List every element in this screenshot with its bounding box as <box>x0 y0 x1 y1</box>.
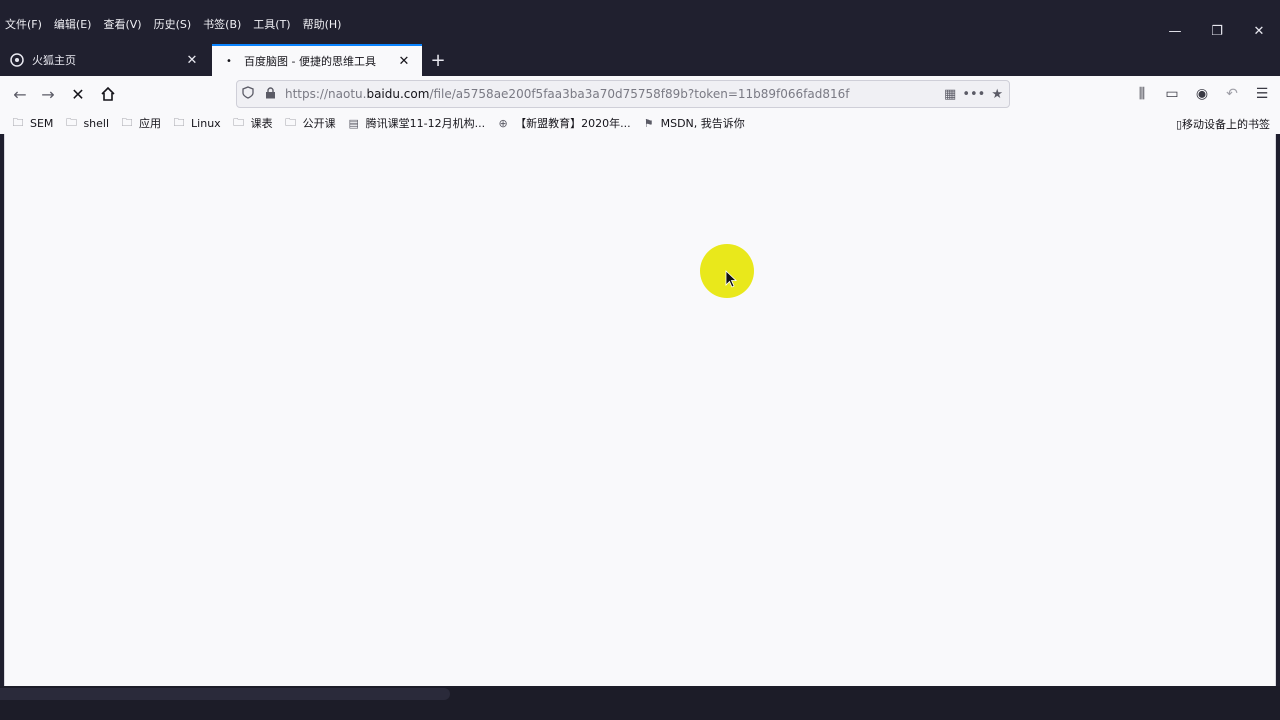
taskbar-strip <box>0 688 450 700</box>
title-bar: 文件(F) 编辑(E) 查看(V) 历史(S) 书签(B) 工具(T) 帮助(H… <box>0 0 1280 44</box>
folder-icon: 🗀 <box>65 115 77 129</box>
shield-icon[interactable] <box>237 86 259 102</box>
window-controls: — ❐ ✕ <box>1154 18 1280 44</box>
tab-strip: 火狐主页 ✕ • 百度脑图 - 便捷的思维工具 ✕ <box>0 44 1280 76</box>
url-text[interactable]: https://naotu.baidu.com/file/a5758ae200f… <box>281 87 944 101</box>
bookmark-schedule[interactable]: 🗀 课表 <box>231 115 273 131</box>
bookmark-label: SEM <box>30 116 54 130</box>
url-path: /file/a5758ae200f5faa3ba3a70d75758f89b?t… <box>429 87 850 101</box>
qr-code-icon[interactable]: ▦ <box>944 87 956 102</box>
restore-button[interactable]: ❐ <box>1196 18 1238 44</box>
tab-title: 火狐主页 <box>32 54 76 67</box>
globe-icon: ⊕ <box>498 116 508 130</box>
bookmark-label: 公开课 <box>302 117 336 130</box>
address-bar[interactable]: https://naotu.baidu.com/file/a5758ae200f… <box>236 80 1010 108</box>
new-tab-button[interactable]: + <box>426 48 450 72</box>
menu-file[interactable]: 文件(F) <box>4 16 43 32</box>
folder-icon: 🗀 <box>173 115 185 129</box>
bookmark-apps[interactable]: 🗀 应用 <box>119 115 162 131</box>
minimize-button[interactable]: — <box>1154 18 1196 44</box>
bookmark-xinmeng[interactable]: ⊕ 【新盟教育】2020年... <box>495 115 631 131</box>
folder-icon: 🗀 <box>285 115 297 129</box>
hamburger-menu-icon[interactable]: ☰ <box>1250 82 1274 106</box>
mouse-pointer-icon <box>725 270 738 292</box>
bookmark-label: 【新盟教育】2020年... <box>515 117 631 130</box>
bookmark-msdn[interactable]: ⚑ MSDN, 我告诉你 <box>641 115 745 131</box>
bookmark-label: 应用 <box>139 117 162 130</box>
folder-icon: 🗀 <box>12 115 24 129</box>
home-icon[interactable] <box>96 82 120 106</box>
page-icon: ▤ <box>348 116 359 130</box>
account-icon[interactable]: ◉ <box>1190 82 1214 106</box>
bookmark-label: shell <box>83 116 110 130</box>
folder-icon: 🗀 <box>121 115 133 129</box>
firefox-icon <box>10 53 24 67</box>
tab-firefox-home[interactable]: 火狐主页 ✕ <box>0 44 210 76</box>
taskbar <box>0 686 1280 720</box>
mobile-bookmarks[interactable]: ▯ 移动设备上的书签 <box>1176 116 1270 132</box>
menu-help[interactable]: 帮助(H) <box>302 16 343 32</box>
bookmark-label: MSDN, 我告诉你 <box>660 117 745 130</box>
bookmark-label: 腾讯课堂11-12月机构... <box>365 117 486 130</box>
bookmark-label: 课表 <box>250 117 273 130</box>
menu-tools[interactable]: 工具(T) <box>252 16 291 32</box>
stop-loading-icon[interactable]: ✕ <box>66 82 90 106</box>
tab-title: 百度脑图 - 便捷的思维工具 <box>244 55 376 68</box>
loading-dot-icon: • <box>226 55 232 67</box>
menu-bookmarks[interactable]: 书签(B) <box>202 16 242 32</box>
sidebar-icon[interactable]: ▭ <box>1160 82 1184 106</box>
right-toolbar: ⫼ ▭ ◉ ↶ ☰ <box>1130 82 1274 106</box>
forward-arrow-icon[interactable]: → <box>36 82 60 106</box>
url-prefix: https://naotu. <box>285 87 367 101</box>
close-window-button[interactable]: ✕ <box>1238 18 1280 44</box>
page-content[interactable] <box>4 134 1276 686</box>
folder-icon: 🗀 <box>233 115 245 129</box>
msdn-icon: ⚑ <box>643 116 654 130</box>
url-domain: baidu.com <box>366 87 430 101</box>
bookmark-star-icon[interactable]: ★ <box>991 87 1003 102</box>
bookmark-linux[interactable]: 🗀 Linux <box>171 115 221 130</box>
bookmark-shell[interactable]: 🗀 shell <box>63 115 110 130</box>
mobile-bookmarks-label: 移动设备上的书签 <box>1182 118 1270 131</box>
close-tab-icon[interactable]: ✕ <box>184 53 200 68</box>
menu-edit[interactable]: 编辑(E) <box>53 16 93 32</box>
lock-icon[interactable] <box>259 86 281 102</box>
bookmark-open-class[interactable]: 🗀 公开课 <box>283 115 336 131</box>
bookmark-sem[interactable]: 🗀 SEM <box>10 115 54 130</box>
menu-bar: 文件(F) 编辑(E) 查看(V) 历史(S) 书签(B) 工具(T) 帮助(H… <box>4 16 342 32</box>
url-actions: ▦ ••• ★ <box>944 87 1009 102</box>
back-arrow-icon[interactable]: ← <box>8 82 32 106</box>
bookmarks-toolbar: 🗀 SEM 🗀 shell 🗀 应用 🗀 Linux 🗀 课表 🗀 公开课 ▤ 腾讯课堂11-… <box>0 112 1280 134</box>
navigation-toolbar: ← → ✕ https://naotu.baidu.com/file/a5758… <box>0 76 1280 112</box>
undo-icon[interactable]: ↶ <box>1220 82 1244 106</box>
menu-history[interactable]: 历史(S) <box>153 16 193 32</box>
close-tab-icon[interactable]: ✕ <box>396 54 412 69</box>
library-icon[interactable]: ⫼ <box>1130 82 1154 106</box>
tab-naotu[interactable]: • 百度脑图 - 便捷的思维工具 ✕ <box>212 44 422 76</box>
menu-view[interactable]: 查看(V) <box>102 16 142 32</box>
bookmark-tencent-class[interactable]: ▤ 腾讯课堂11-12月机构... <box>346 115 485 131</box>
bookmark-label: Linux <box>191 116 221 130</box>
more-actions-icon[interactable]: ••• <box>962 87 985 102</box>
